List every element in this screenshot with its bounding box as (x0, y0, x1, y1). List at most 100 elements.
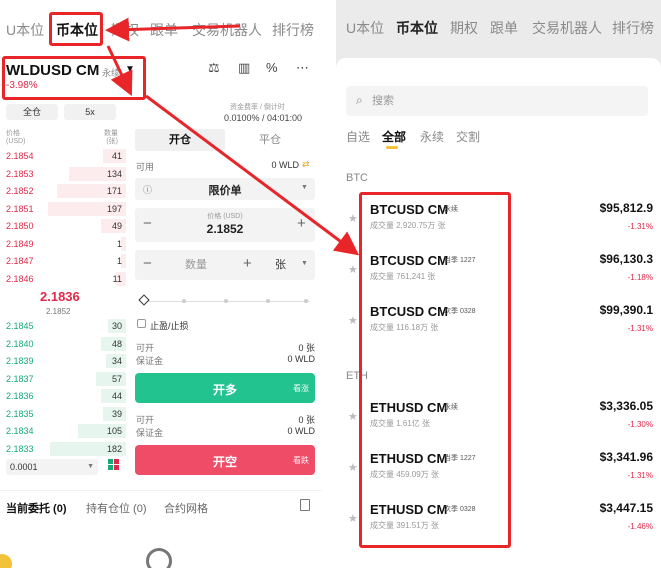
tab-open-position[interactable]: 开仓 (135, 129, 225, 151)
bid-row[interactable]: 2.1839 34 (0, 353, 126, 369)
star-icon[interactable]: ★ (348, 461, 358, 474)
order-price: 2.1851 (6, 203, 34, 214)
tab-all[interactable]: 全部 (382, 128, 406, 145)
star-icon[interactable]: ★ (348, 212, 358, 225)
order-qty: 105 (106, 426, 122, 436)
ask-row[interactable]: 2.1851 197 (0, 201, 126, 217)
order-qty: 41 (111, 151, 122, 161)
assistant-icon[interactable] (0, 554, 12, 568)
document-icon[interactable] (300, 499, 310, 511)
nav-options[interactable]: 期权 (111, 20, 139, 40)
price-increase-button[interactable]: + (297, 215, 306, 232)
slider-knob[interactable] (138, 294, 150, 306)
market-row[interactable]: ★ ETHUSD CM 当季 1227 成交量 459.09万 张 $3,341.96 -… (336, 447, 661, 497)
qty-increase-button[interactable]: + (243, 255, 252, 272)
star-icon[interactable]: ★ (348, 314, 358, 327)
open-long-button[interactable]: 开多 看涨 (135, 373, 315, 403)
star-icon[interactable]: ★ (348, 410, 358, 423)
open-short-button[interactable]: 开空 看跌 (135, 445, 315, 475)
tab-perpetual[interactable]: 永续 (420, 128, 444, 145)
active-tab-indicator (386, 146, 398, 149)
tab-grid[interactable]: 合约网格 (164, 500, 208, 516)
slider-stop-75[interactable] (266, 299, 270, 303)
search-input[interactable] (372, 92, 632, 110)
price-input[interactable]: − 价格 (USD) 2.1852 + (135, 208, 315, 242)
nav-copy-trading[interactable]: 跟单 (490, 18, 518, 38)
ask-row[interactable]: 2.1847 1 (0, 253, 126, 269)
nav-trading-bot[interactable]: 交易机器人 (192, 20, 262, 40)
nav-options[interactable]: 期权 (450, 18, 478, 38)
ask-row[interactable]: 2.1850 49 (0, 218, 126, 234)
market-picker-screen: U本位 币本位 期权 跟单 交易机器人 排行榜 ⌕ 自选 全部 永续 交割 BT… (336, 0, 661, 568)
price-step-select[interactable]: 0.0001 ▼ (6, 459, 98, 475)
nav-usdt-margined[interactable]: U本位 (346, 18, 384, 38)
candle-tool-icon[interactable]: ⚖ (208, 60, 220, 76)
ask-row[interactable]: 2.1849 1 (0, 236, 126, 252)
nav-copy-trading[interactable]: 跟单 (150, 20, 178, 40)
bid-row[interactable]: 2.1837 57 (0, 371, 126, 387)
layout-icon[interactable] (108, 459, 120, 471)
search-box[interactable]: ⌕ (346, 86, 648, 116)
market-price: $95,812.9 (599, 201, 653, 215)
tab-close-position[interactable]: 平仓 (225, 129, 315, 151)
open-short-sub: 看跌 (293, 456, 309, 465)
bid-row[interactable]: 2.1834 105 (0, 423, 126, 439)
slider-stop-100[interactable] (304, 299, 308, 303)
star-icon[interactable]: ★ (348, 263, 358, 276)
qty-decrease-button[interactable]: − (143, 255, 152, 272)
nav-coin-margined[interactable]: 币本位 (56, 20, 98, 40)
ask-row[interactable]: 2.1852 171 (0, 183, 126, 199)
tpsl-checkbox[interactable] (137, 319, 146, 328)
bid-row[interactable]: 2.1835 39 (0, 406, 126, 422)
bid-row[interactable]: 2.1840 48 (0, 336, 126, 352)
bid-row[interactable]: 2.1836 44 (0, 388, 126, 404)
order-price: 2.1850 (6, 221, 34, 231)
margin-mode-button[interactable]: 全仓 (6, 104, 58, 120)
nav-leaderboard[interactable]: 排行榜 (272, 20, 314, 40)
nav-trading-bot[interactable]: 交易机器人 (532, 18, 602, 38)
bid-row[interactable]: 2.1833 182 (0, 441, 126, 457)
market-row[interactable]: ★ ETHUSD CM 次季 0328 成交量 391.51万 张 $3,447.15 -… (336, 498, 661, 548)
ask-row[interactable]: 2.1854 41 (0, 148, 126, 164)
slider-stop-50[interactable] (224, 299, 228, 303)
ask-row[interactable]: 2.1853 134 (0, 166, 126, 182)
tab-delivery[interactable]: 交割 (456, 128, 480, 145)
contract-tag: 当季 1227 (444, 455, 476, 462)
order-qty: 44 (111, 391, 122, 401)
order-type-select[interactable]: ⓘ 限价单 ▼ (135, 178, 315, 200)
order-qty: 48 (111, 338, 122, 349)
star-icon[interactable]: ★ (348, 512, 358, 525)
quantity-input[interactable]: − 数量 + 张 ▼ (135, 250, 315, 280)
more-icon[interactable]: ⋯ (296, 60, 309, 76)
price-label: 价格 (USD) (207, 213, 243, 220)
nav-leaderboard[interactable]: 排行榜 (612, 18, 654, 38)
slider-stop-25[interactable] (182, 299, 186, 303)
transfer-icon[interactable]: ⇄ (302, 159, 310, 170)
nav-coin-margined[interactable]: 币本位 (396, 18, 438, 38)
market-row[interactable]: ★ BTCUSD CM 永续 成交量 2,920.75万 张 $95,812.9 -1.3… (336, 198, 661, 248)
tab-open-orders[interactable]: 当前委托 (0) (6, 500, 67, 516)
market-row[interactable]: ★ ETHUSD CM 永续 成交量 1.61亿 张 $3,336.05 -1.30% (336, 396, 661, 446)
market-price: $99,390.1 (599, 303, 653, 317)
price-step-value: 0.0001 (10, 462, 38, 472)
ask-row[interactable]: 2.1846 11 (0, 271, 126, 287)
market-row[interactable]: ★ BTCUSD CM 当季 1227 成交量 761,241 张 $96,130.3 -… (336, 249, 661, 299)
market-row[interactable]: ★ BTCUSD CM 次季 0328 成交量 116.18万 张 $99,390.1 -… (336, 300, 661, 350)
refresh-icon[interactable] (146, 548, 172, 568)
open-close-tabs: 开仓 平仓 (135, 129, 315, 151)
percent-icon[interactable]: % (266, 60, 278, 75)
market-name: ETHUSD CM (370, 502, 448, 517)
nav-usdt-margined[interactable]: U本位 (6, 20, 44, 40)
bid-row[interactable]: 2.1845 30 (0, 318, 126, 334)
market-price: $3,341.96 (599, 450, 653, 464)
quantity-unit[interactable]: 张 (275, 256, 286, 272)
chart-icon[interactable]: ▥ (238, 60, 250, 76)
market-name: BTCUSD CM (370, 202, 448, 217)
market-volume: 成交量 2,920.75万 张 (370, 221, 446, 230)
tab-positions[interactable]: 持有仓位 (0) (86, 500, 147, 516)
leverage-button[interactable]: 5x (64, 104, 116, 120)
order-qty: 1 (116, 256, 122, 266)
tab-favorites[interactable]: 自选 (346, 128, 370, 145)
quantity-slider[interactable] (138, 294, 310, 306)
order-price: 2.1847 (6, 256, 34, 266)
